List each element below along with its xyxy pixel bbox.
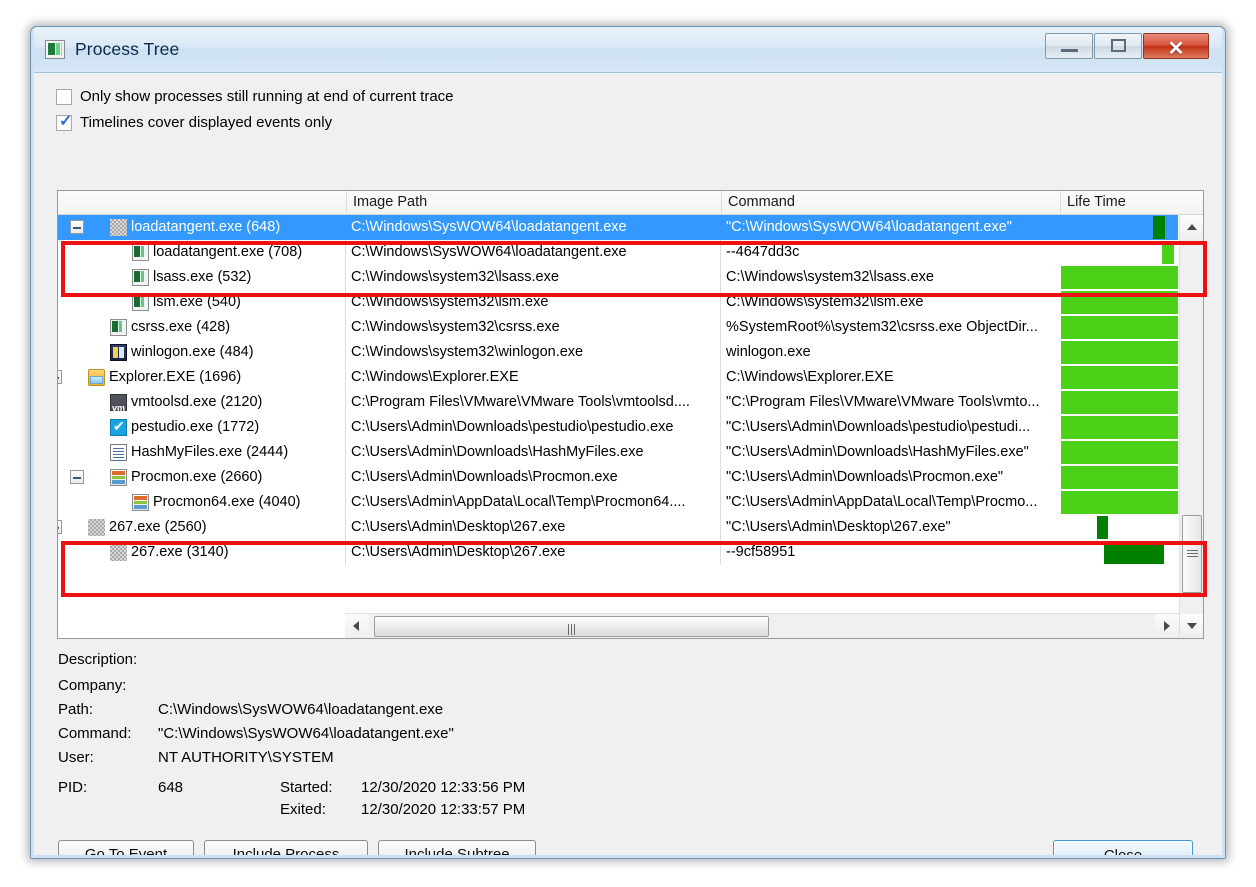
process-tree-window: Process Tree ✕ Only show processes still… bbox=[30, 26, 1226, 859]
window-inner-border bbox=[31, 27, 1225, 858]
